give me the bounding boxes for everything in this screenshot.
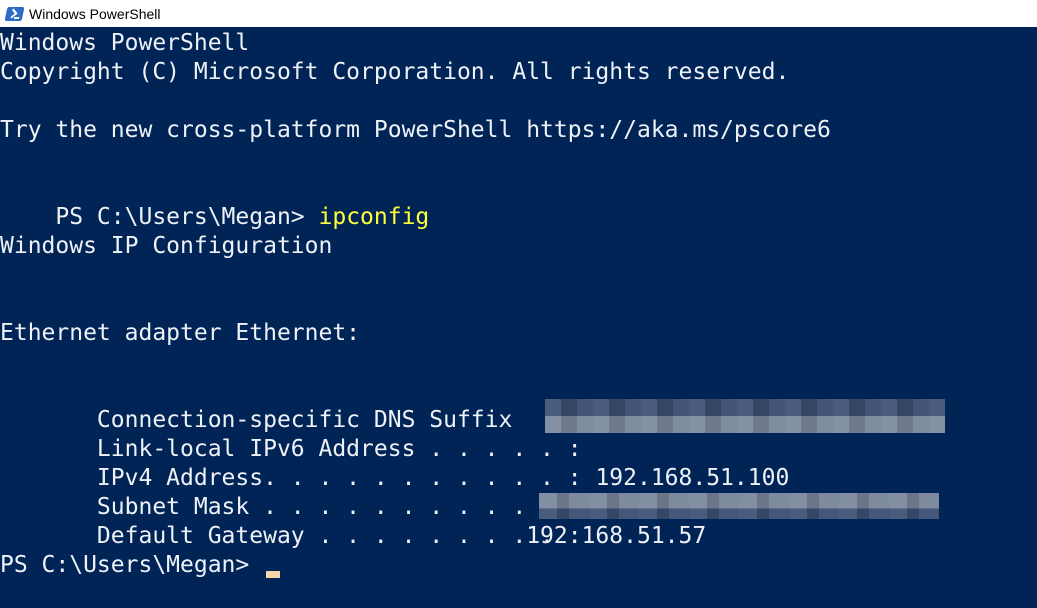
- redacted-gateway-value: [539, 493, 939, 519]
- command-text: ipconfig: [318, 204, 430, 230]
- dns-suffix-row: Connection-specific DNS Suffix . :: [0, 377, 595, 433]
- powershell-icon: [4, 6, 25, 21]
- ipv6-row: Link-local IPv6 Address . . . . . :: [0, 406, 595, 462]
- text-cursor: [266, 571, 280, 578]
- ipv4-row: IPv4 Address. . . . . . . . . . . : 192.…: [0, 435, 789, 491]
- subnet-row: Subnet Mask . . . . . . . . . . . : 255.…: [0, 464, 776, 520]
- title-bar: Windows PowerShell: [0, 0, 1037, 27]
- window-title: Windows PowerShell: [29, 5, 161, 22]
- prompt-line: PS C:\Users\Megan> ipconfig: [0, 174, 429, 230]
- gateway-continuation: 192.168.51.57: [0, 523, 707, 549]
- copyright-line: Copyright (C) Microsoft Corporation. All…: [0, 59, 790, 85]
- output-heading: Windows IP Configuration: [0, 233, 333, 259]
- console-area[interactable]: Windows PowerShell Copyright (C) Microso…: [0, 27, 1037, 608]
- prompt: PS C:\Users\Megan>: [55, 204, 319, 230]
- adapter-heading: Ethernet adapter Ethernet:: [0, 320, 361, 346]
- pscore-hint-line: Try the new cross-platform PowerShell ht…: [0, 117, 831, 143]
- gateway-row: Default Gateway . . . . . . . . . :: [0, 493, 595, 549]
- final-prompt: PS C:\Users\Megan>: [0, 552, 264, 578]
- banner-line: Windows PowerShell: [0, 30, 250, 56]
- redacted-ipv6-value: [545, 399, 945, 433]
